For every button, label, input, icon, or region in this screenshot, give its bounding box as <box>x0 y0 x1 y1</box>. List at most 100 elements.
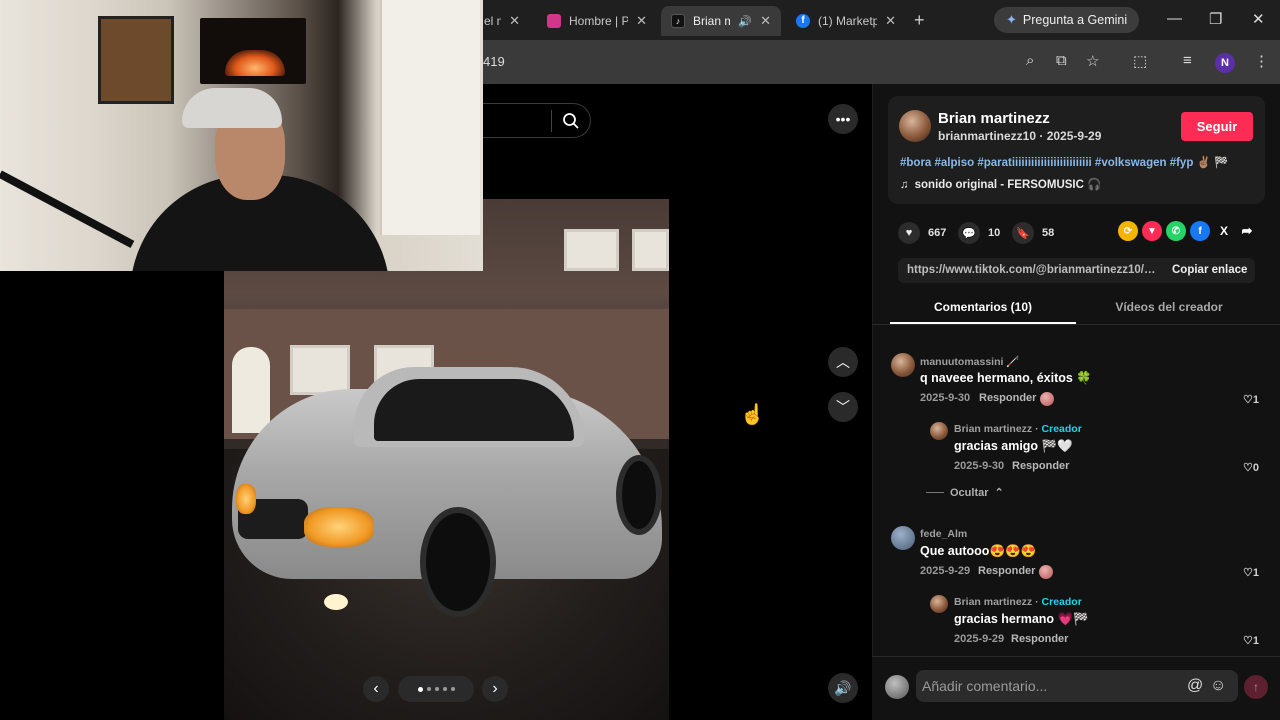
creator-avatar[interactable] <box>930 595 948 613</box>
facebook-share-icon[interactable]: f <box>1190 221 1210 241</box>
volume-icon[interactable]: 🔊 <box>828 673 858 703</box>
comment-date: 2025-9-30 <box>920 392 971 404</box>
tab-3-title: (1) Marketp <box>818 14 878 28</box>
comment-text: q naveee hermano, éxitos 🍀 <box>920 371 1092 385</box>
heart-outline-icon[interactable]: ♡ <box>1243 394 1253 406</box>
comment-like[interactable]: ♡1 <box>1243 566 1259 579</box>
reply-button[interactable]: Responder <box>1012 460 1069 472</box>
install-icon[interactable]: ⧉ <box>1056 52 1067 69</box>
restore-icon[interactable]: ❐ <box>1209 10 1222 28</box>
chevron-right-icon[interactable]: › <box>482 676 508 702</box>
author-avatar[interactable] <box>899 110 931 142</box>
building-window <box>290 345 350 395</box>
minimize-icon[interactable]: — <box>1167 10 1182 27</box>
send-arrow-icon[interactable]: ↑ <box>1244 675 1268 699</box>
streamer <box>120 80 410 271</box>
creator-badge: Creador <box>1041 423 1082 435</box>
tab-comments[interactable]: Comentarios (10) <box>890 300 1076 314</box>
creator-liked-avatar <box>1040 392 1054 406</box>
profile-avatar[interactable]: N <box>1215 53 1235 73</box>
car-fog-light <box>324 594 348 610</box>
close-icon[interactable]: ✕ <box>509 13 520 29</box>
commenter-avatar[interactable] <box>891 353 915 377</box>
post-music[interactable]: ♫ sonido original - FERSOMUSIC 🎧 <box>900 177 1101 191</box>
tiktok-share-icon[interactable]: ▼ <box>1142 221 1162 241</box>
gemini-button[interactable]: ✦ Pregunta a Gemini <box>994 7 1140 33</box>
reply-button[interactable]: Responder <box>979 392 1036 404</box>
post-link[interactable]: https://www.tiktok.com/@brianmartinezz10… <box>907 264 1159 276</box>
tab-1-title: Hombre | P <box>569 14 629 28</box>
pager-dot[interactable] <box>417 686 423 692</box>
comment-username[interactable]: fede_Alm <box>920 528 967 540</box>
chevron-up-icon[interactable]: ︿ <box>828 347 858 377</box>
search-icon[interactable] <box>562 112 580 130</box>
zoom-icon[interactable]: ⌕ <box>1026 52 1034 69</box>
reply-author: Brian martinezz <box>954 423 1033 435</box>
comment-like[interactable]: ♡1 <box>1243 393 1259 406</box>
x-share-icon[interactable]: X <box>1214 221 1234 241</box>
heart-outline-icon[interactable]: ♡ <box>1243 567 1253 579</box>
comment-like-count: 1 <box>1252 567 1259 579</box>
pager-dot[interactable] <box>450 687 455 691</box>
whatsapp-share-icon[interactable]: ✆ <box>1166 221 1186 241</box>
author-name[interactable]: Brian martinezz <box>938 110 1050 127</box>
commenter-avatar[interactable] <box>891 526 915 550</box>
comment-text: gracias amigo 🏁🤍 <box>954 439 1073 453</box>
heart-icon[interactable]: ♥ <box>898 222 920 244</box>
comment-count: 10 <box>988 227 1001 239</box>
tab-3[interactable]: f (1) Marketp ✕ <box>786 6 906 36</box>
hide-replies-button[interactable]: Ocultar ⌃ <box>926 486 1004 499</box>
bookmark-icon[interactable]: 🔖 <box>1012 222 1034 244</box>
more-share-icon[interactable]: ➦ <box>1237 221 1257 241</box>
extensions-icon[interactable]: ⬚ <box>1133 52 1147 70</box>
comment-stat[interactable]: 💬 10 <box>958 222 1000 244</box>
pager-dot[interactable] <box>442 687 447 691</box>
close-icon[interactable]: ✕ <box>636 13 647 29</box>
kebab-menu-icon[interactable]: ⋮ <box>1254 52 1269 70</box>
mention-icon[interactable]: @ <box>1187 677 1203 695</box>
bookmark-star-icon[interactable]: ☆ <box>1086 52 1099 70</box>
close-icon[interactable]: ✕ <box>885 13 896 29</box>
chevron-left-icon[interactable]: ‹ <box>363 676 389 702</box>
reply-button[interactable]: Responder <box>1011 633 1068 645</box>
close-icon[interactable]: ✕ <box>760 13 771 29</box>
tab-divider <box>872 324 1280 325</box>
comment-date: 2025-9-29 <box>920 565 971 577</box>
save-stat[interactable]: 🔖 58 <box>1012 222 1054 244</box>
media-icon[interactable]: ≡ <box>1183 52 1192 69</box>
pager-dot[interactable] <box>426 687 431 691</box>
reply-button[interactable]: Responder <box>978 565 1035 577</box>
follow-button[interactable]: Seguir <box>1181 112 1253 141</box>
tab-1[interactable]: Hombre | P ✕ <box>537 6 657 36</box>
fireplace-glow <box>225 50 285 76</box>
heart-outline-icon[interactable]: ♡ <box>1243 635 1253 647</box>
comment-like[interactable]: ♡1 <box>1243 634 1259 647</box>
tab-0-title: el m <box>484 14 501 28</box>
pager-dot[interactable] <box>434 687 439 691</box>
window-close-icon[interactable]: ✕ <box>1252 10 1265 28</box>
comment-bubble-icon[interactable]: 💬 <box>958 222 980 244</box>
comment-username[interactable]: Brian martinezz · Creador <box>954 423 1082 435</box>
creator-avatar[interactable] <box>930 422 948 440</box>
comment-like[interactable]: ♡0 <box>1243 461 1259 474</box>
tab-creator-videos[interactable]: Vídeos del creador <box>1076 300 1262 314</box>
speaker-icon[interactable]: 🔊 <box>738 15 752 28</box>
chevron-up-small-icon: ⌃ <box>994 487 1004 499</box>
comment-username[interactable]: manuutomassini 🦯 <box>920 355 1019 368</box>
emoji-icon[interactable]: ☺ <box>1210 677 1226 695</box>
copy-link-button[interactable]: Copiar enlace <box>1172 264 1247 276</box>
like-stat[interactable]: ♥ 667 <box>898 222 946 244</box>
post-hashtags[interactable]: #bora #alpiso #paratiiiiiiiiiiiiiiiiiiii… <box>900 155 1228 169</box>
tab-2-active[interactable]: ♪ Brian m 🔊 ✕ <box>661 6 781 36</box>
chevron-down-icon[interactable]: ﹀ <box>828 392 858 422</box>
photo-pager[interactable] <box>398 676 474 702</box>
url-text[interactable]: 419 <box>483 54 505 69</box>
heart-outline-icon[interactable]: ♡ <box>1243 462 1253 474</box>
comment-username[interactable]: Brian martinezz · Creador <box>954 596 1082 608</box>
new-tab-plus-icon[interactable]: + <box>914 10 925 31</box>
building-window <box>564 229 619 271</box>
repost-share-icon[interactable]: ⟳ <box>1118 221 1138 241</box>
streamer-cap <box>182 88 282 128</box>
comment-like-count: 1 <box>1252 635 1259 647</box>
more-options-icon[interactable]: ••• <box>828 104 858 134</box>
